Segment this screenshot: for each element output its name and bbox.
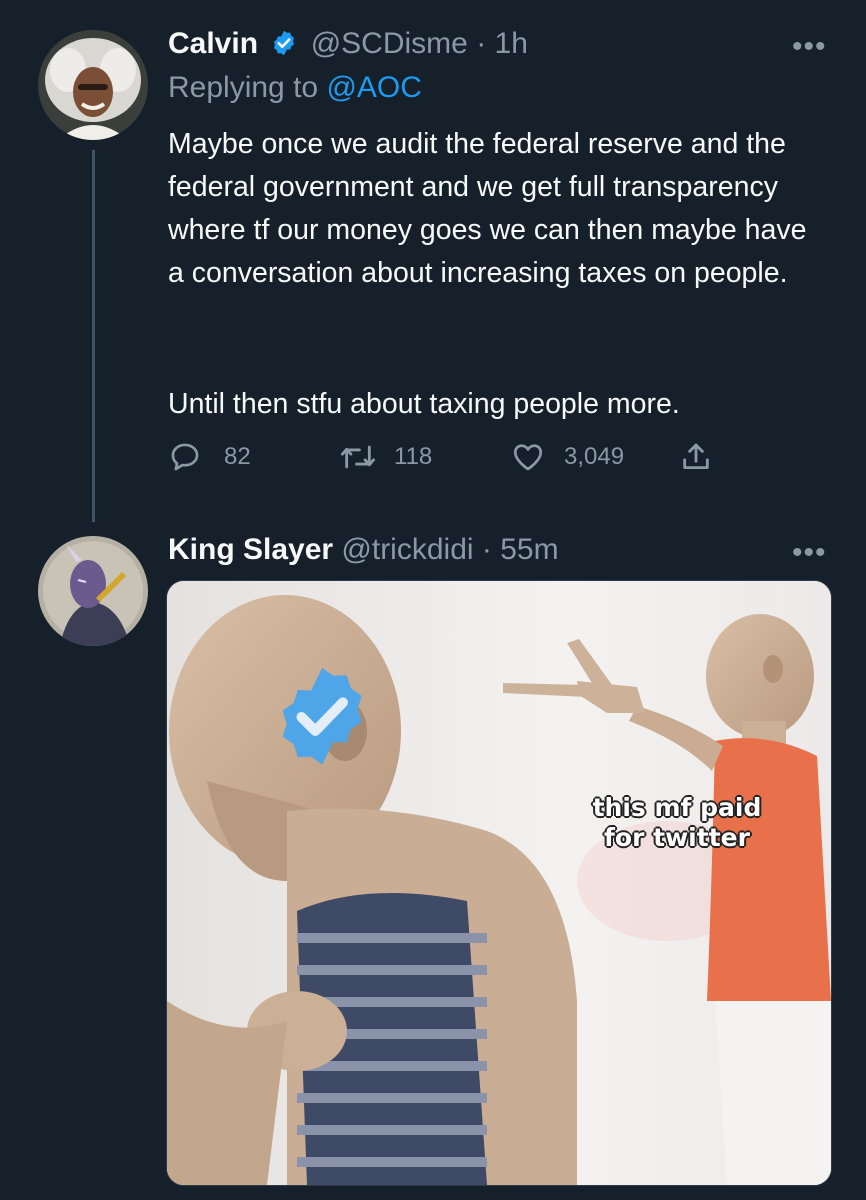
author-name[interactable]: Calvin	[168, 27, 258, 60]
reply-icon	[168, 440, 202, 474]
avatar-king-slayer[interactable]	[38, 536, 148, 646]
replying-to: Replying to @AOC	[168, 70, 422, 106]
heart-icon	[510, 440, 546, 474]
tweet-timestamp[interactable]: · 55m	[482, 533, 559, 566]
verified-badge-icon	[270, 29, 298, 66]
avatar-calvin-image	[38, 30, 148, 140]
reply-count: 82	[224, 443, 251, 470]
thread-connector-line	[92, 150, 95, 522]
retweet-count: 118	[394, 443, 433, 470]
replying-to-label: Replying to	[168, 71, 319, 104]
tweet2-header: King Slayer @trickdidi · 55m	[168, 532, 559, 568]
retweet-button[interactable]: 118	[338, 440, 432, 474]
meme-caption-line-2: for twitter	[604, 823, 750, 852]
more-options-icon[interactable]: •••	[792, 538, 827, 568]
tweet1-header: Calvin @SCDisme · 1h	[168, 26, 528, 66]
share-button[interactable]	[679, 440, 713, 474]
tweet1-body-paragraph-1: Maybe once we audit the federal reserve …	[168, 128, 807, 289]
like-count: 3,049	[564, 443, 625, 470]
tweet1-body-paragraph-2: Until then stfu about taxing people more…	[168, 388, 680, 420]
tweet-timestamp[interactable]: · 1h	[476, 27, 528, 60]
like-button[interactable]: 3,049	[510, 440, 624, 474]
share-icon	[679, 440, 713, 474]
retweet-icon	[338, 440, 378, 474]
tweet2-media-image[interactable]: this mf paid for twitter	[166, 580, 832, 1186]
meme-caption: this mf paid for twitter	[577, 793, 777, 853]
more-options-icon[interactable]: •••	[792, 32, 827, 62]
avatar-calvin[interactable]	[38, 30, 148, 140]
author-handle[interactable]: @SCDisme	[311, 27, 468, 60]
meme-caption-line-1: this mf paid	[592, 793, 762, 822]
avatar-king-slayer-image	[38, 536, 148, 646]
author-handle[interactable]: @trickdidi	[341, 533, 473, 566]
replying-to-mention[interactable]: @AOC	[326, 71, 421, 104]
author-name[interactable]: King Slayer	[168, 533, 333, 566]
reply-button[interactable]: 82	[168, 440, 251, 474]
meme-mannequins-picture	[167, 581, 831, 1185]
